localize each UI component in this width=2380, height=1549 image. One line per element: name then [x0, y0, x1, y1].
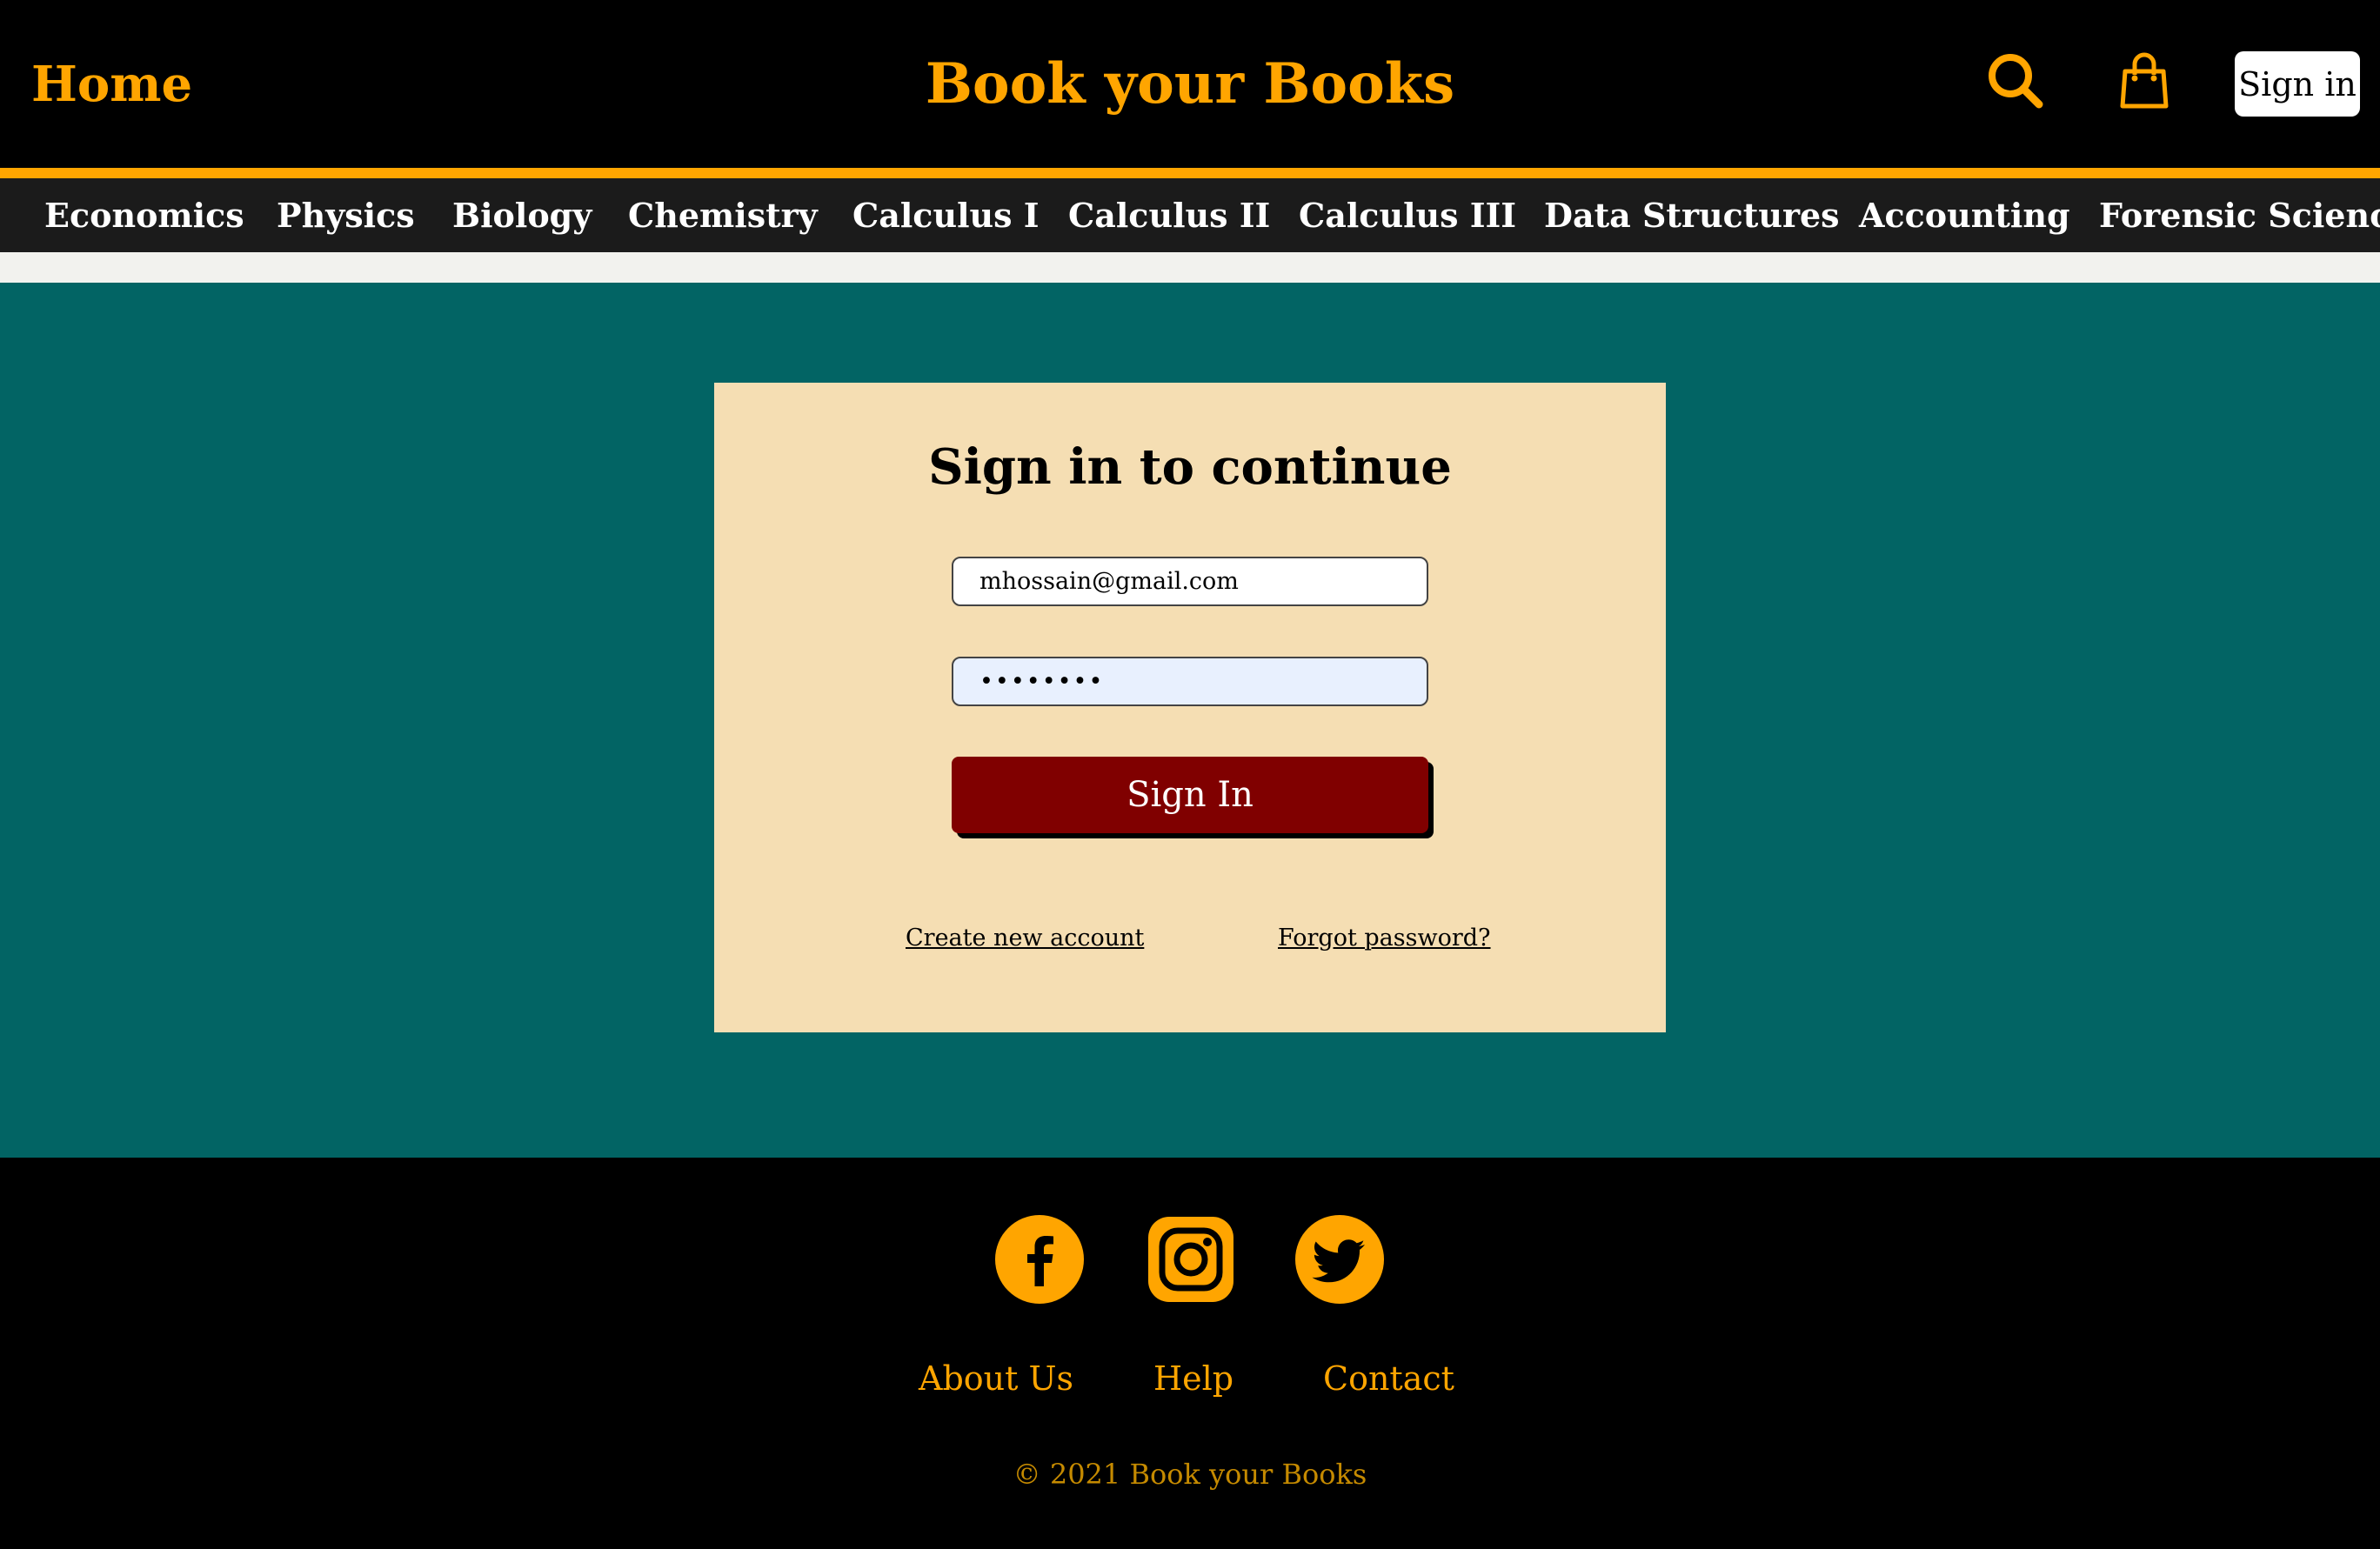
signin-title: Sign in to continue	[928, 438, 1452, 496]
email-field[interactable]	[952, 557, 1428, 606]
create-account-link[interactable]: Create new account	[906, 925, 1144, 951]
header-accent-line	[0, 168, 2380, 178]
about-us-link[interactable]: About Us	[919, 1359, 1073, 1398]
main-content: Sign in to continue Sign In Create new a…	[0, 283, 2380, 1158]
category-economics[interactable]: Economics	[44, 178, 244, 252]
cart-button[interactable]	[2107, 43, 2182, 118]
category-calculus-ii[interactable]: Calculus II	[1068, 178, 1270, 252]
category-calculus-i[interactable]: Calculus I	[852, 178, 1040, 252]
copyright-text: © 2021 Book your Books	[1013, 1458, 1367, 1491]
help-link[interactable]: Help	[1153, 1359, 1233, 1398]
twitter-icon	[1295, 1215, 1384, 1304]
category-accounting[interactable]: Accounting	[1859, 178, 2070, 252]
shopping-bag-icon	[2120, 52, 2169, 109]
search-button[interactable]	[1978, 43, 2053, 118]
site-header: Home Book your Books Sign in	[0, 0, 2380, 168]
category-calculus-iii[interactable]: Calculus III	[1299, 178, 1516, 252]
signin-submit-button[interactable]: Sign In	[952, 757, 1428, 833]
instagram-icon	[1148, 1217, 1233, 1302]
category-nav: Economics Physics Biology Chemistry Calc…	[0, 178, 2380, 252]
search-icon	[1989, 54, 2043, 109]
password-field[interactable]	[952, 657, 1428, 706]
facebook-icon	[995, 1215, 1084, 1304]
forgot-password-link[interactable]: Forgot password?	[1278, 925, 1491, 951]
instagram-link[interactable]	[1147, 1215, 1235, 1304]
nav-divider-strip	[0, 252, 2380, 283]
contact-link[interactable]: Contact	[1323, 1359, 1454, 1398]
signin-card: Sign in to continue Sign In Create new a…	[714, 383, 1666, 1032]
site-footer: About Us Help Contact © 2021 Book your B…	[0, 1158, 2380, 1549]
category-data-structures[interactable]: Data Structures	[1544, 178, 1840, 252]
category-physics[interactable]: Physics	[277, 178, 415, 252]
category-biology[interactable]: Biology	[452, 178, 592, 252]
category-forensic-science[interactable]: Forensic Science	[2099, 178, 2380, 252]
twitter-link[interactable]	[1295, 1215, 1384, 1304]
category-chemistry[interactable]: Chemistry	[628, 178, 818, 252]
facebook-link[interactable]	[995, 1215, 1084, 1304]
header-signin-button[interactable]: Sign in	[2235, 51, 2360, 117]
